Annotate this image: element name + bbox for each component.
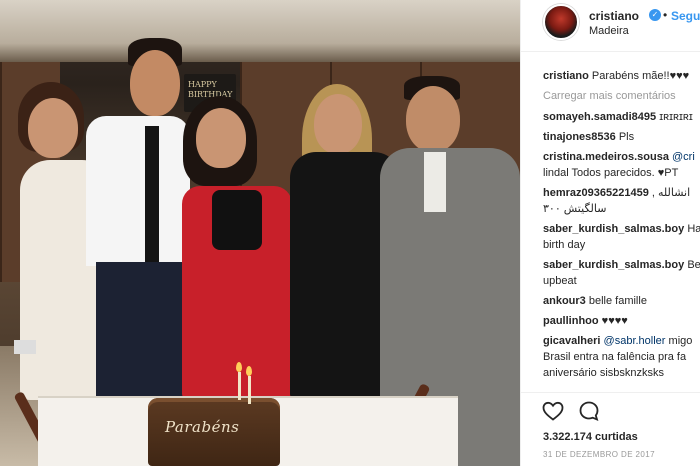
comment-item: gicavalheri @sabr.holler migo Brasil ent… — [543, 333, 700, 381]
candle-flame — [236, 362, 242, 372]
comment-item: saber_kurdish_salmas.boy Be upbeat — [543, 257, 700, 289]
separator-dot: • — [663, 8, 668, 22]
comment-text: upbeat — [543, 275, 577, 287]
candle — [238, 372, 241, 400]
comment-text: Pls — [618, 131, 635, 143]
comment-user[interactable]: cristina.medeiros.sousa — [543, 151, 669, 163]
comment-text: , انشالله — [651, 187, 691, 199]
comment-user[interactable]: paullinhoo — [543, 315, 599, 327]
comment-text: Brasil entra na falência pra fa — [543, 351, 687, 363]
comment-item: cristina.medeiros.sousa @cri lindal Todo… — [543, 149, 700, 181]
post-username[interactable]: cristiano — [589, 9, 639, 23]
comment-item: tinajones8536 Pls — [543, 129, 700, 145]
comment-text: belle famille — [588, 295, 647, 307]
comment-user[interactable]: tinajones8536 — [543, 131, 616, 143]
comment-user[interactable]: saber_kurdish_salmas.boy — [543, 223, 684, 235]
post-header: cristiano ✓ • Seguir Madeira — [521, 0, 700, 52]
candle — [248, 376, 251, 404]
likes-count[interactable]: 3.322.174 curtidas — [543, 431, 638, 443]
verified-badge-icon: ✓ — [649, 9, 661, 21]
comment-text: ♥♥♥♥ — [601, 315, 628, 327]
photo-ceiling — [0, 0, 520, 62]
avatar[interactable] — [543, 4, 579, 40]
comment-text: aniversário sisbsknzksks — [543, 367, 665, 379]
comment-item: somayeh.samadi8495 ɪʀɪʀɪʀɪ — [543, 109, 700, 125]
comment-mention[interactable]: @sabr.holler — [604, 335, 666, 347]
follow-button[interactable]: Seguir — [671, 9, 700, 23]
caption: cristiano Parabéns mãe!!♥♥♥ — [543, 68, 700, 84]
caption-text: Parabéns mãe!!♥♥♥ — [591, 70, 690, 82]
comment-user[interactable]: hemraz09365221459 — [543, 187, 649, 199]
post-date: 31 DE DEZEMBRO DE 2017 — [543, 450, 655, 459]
comment-item: hemraz09365221459 , انشالله ۳۰۰ سالگیتش — [543, 185, 700, 217]
comment-text: birth day — [543, 239, 586, 251]
comment-text: ۳۰۰ سالگیتش — [543, 203, 607, 215]
post-sidebar: cristiano ✓ • Seguir Madeira cristiano P… — [520, 0, 700, 466]
comment-text: Be — [687, 259, 700, 271]
post-actions: 3.322.174 curtidas 31 DE DEZEMBRO DE 201… — [521, 392, 700, 466]
comment-text: Ha — [687, 223, 700, 235]
post-location[interactable]: Madeira — [589, 25, 629, 37]
comments-list: cristiano Parabéns mãe!!♥♥♥ Carregar mai… — [543, 68, 700, 385]
comment-user[interactable]: saber_kurdish_salmas.boy — [543, 259, 684, 271]
comment-user[interactable]: gicavalheri — [543, 335, 600, 347]
comment-item: saber_kurdish_salmas.boy Ha birth day — [543, 221, 700, 253]
heart-icon[interactable] — [541, 399, 565, 423]
comment-user[interactable]: ankour3 — [543, 295, 586, 307]
comment-user[interactable]: somayeh.samadi8495 — [543, 111, 656, 123]
cake-text: Parabéns — [165, 418, 240, 436]
comment-text: ɪʀɪʀɪʀɪ — [659, 111, 693, 123]
comment-mention[interactable]: @cri — [672, 151, 695, 163]
comment-icon[interactable] — [577, 399, 601, 423]
load-more-comments-button[interactable]: Carregar mais comentários — [543, 88, 700, 104]
comment-item: paullinhoo ♥♥♥♥ — [543, 313, 700, 329]
comment-item: ankour3 belle famille — [543, 293, 700, 309]
candle-flame — [246, 366, 252, 376]
comment-text: migo — [668, 335, 693, 347]
caption-user[interactable]: cristiano — [543, 70, 589, 82]
post-photo[interactable]: HAPPY BIRTHDAY Parabéns — [0, 0, 520, 466]
comment-text: lindal Todos parecidos. ♥PT — [543, 167, 679, 179]
